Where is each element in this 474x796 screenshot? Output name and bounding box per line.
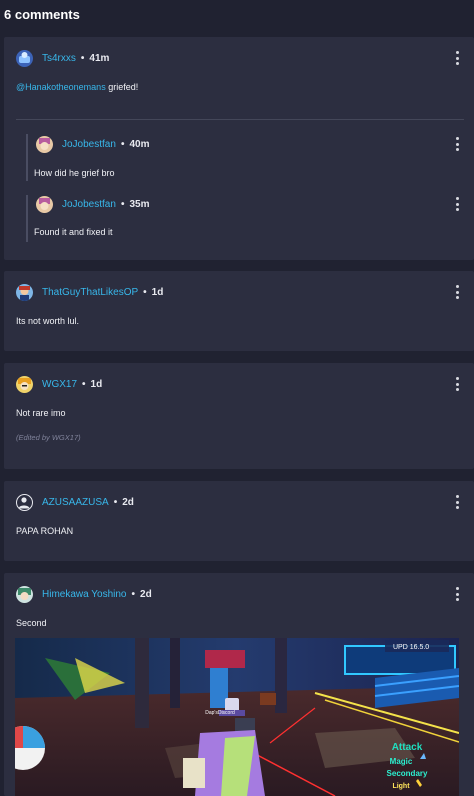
comment-meta: ThatGuyThatLikesOP • 1d bbox=[16, 283, 163, 301]
comment-image-attachment[interactable]: UPD 16.5.0 Dap'sDiscord Attack Magic Sec… bbox=[15, 638, 459, 796]
comment-timestamp[interactable]: 1d bbox=[91, 379, 103, 390]
comment-card: WGX17 • 1d Not rare imo (Edited by WGX17… bbox=[4, 363, 474, 469]
skill-attack-label: Attack bbox=[392, 742, 423, 753]
comment-username[interactable]: AZUSAAZUSA bbox=[42, 497, 109, 508]
comment-text: griefed! bbox=[105, 82, 139, 92]
comment-meta: Himekawa Yoshino • 2d bbox=[16, 585, 152, 603]
separator-dot: • bbox=[120, 198, 125, 210]
separator-dot: • bbox=[143, 286, 147, 298]
comment-body: Its not worth lul. bbox=[16, 316, 80, 326]
skill-light-label: Light bbox=[392, 783, 410, 790]
comment-timestamp[interactable]: 2d bbox=[140, 589, 152, 600]
comment-username[interactable]: Ts4rxxs bbox=[42, 53, 76, 64]
edited-note: (Edited by WGX17) bbox=[16, 433, 81, 442]
avatar[interactable] bbox=[36, 135, 53, 153]
game-scene-image: UPD 16.5.0 Dap'sDiscord Attack Magic Sec… bbox=[15, 638, 459, 796]
comment-meta: Ts4rxxs • 41m bbox=[16, 49, 109, 67]
comment-username[interactable]: ThatGuyThatLikesOP bbox=[42, 287, 138, 298]
avatar[interactable] bbox=[16, 493, 33, 511]
comment-timestamp[interactable]: 1d bbox=[152, 287, 164, 298]
more-options-icon[interactable] bbox=[452, 285, 462, 299]
comment-meta: WGX17 • 1d bbox=[16, 375, 102, 393]
comment-body: Second bbox=[16, 618, 47, 628]
comment-body: PAPA ROHAN bbox=[16, 526, 74, 536]
avatar[interactable] bbox=[16, 283, 33, 301]
comment-body: Not rare imo bbox=[16, 408, 66, 418]
comment-timestamp[interactable]: 41m bbox=[89, 53, 109, 64]
reply-meta: JoJobestfan • 35m bbox=[36, 195, 149, 213]
comment-card: AZUSAAZUSA • 2d PAPA ROHAN bbox=[4, 481, 474, 561]
avatar[interactable] bbox=[16, 585, 33, 603]
more-options-icon[interactable] bbox=[452, 495, 462, 509]
hud-version-text: UPD 16.5.0 bbox=[393, 644, 429, 651]
reply-username[interactable]: JoJobestfan bbox=[62, 139, 116, 150]
user-mention[interactable]: @Hanakotheonemans bbox=[16, 82, 106, 92]
reply-timestamp[interactable]: 35m bbox=[129, 199, 149, 210]
avatar[interactable] bbox=[16, 375, 33, 393]
separator-dot: • bbox=[113, 496, 118, 508]
more-options-icon[interactable] bbox=[452, 51, 462, 65]
comments-count-heading: 6 comments bbox=[4, 7, 80, 22]
comment-username[interactable]: Himekawa Yoshino bbox=[42, 589, 127, 600]
more-options-icon[interactable] bbox=[452, 587, 462, 601]
skill-magic-label: Magic bbox=[390, 757, 413, 766]
comment-divider bbox=[16, 119, 464, 120]
reply-username[interactable]: JoJobestfan bbox=[62, 199, 116, 210]
comment-card: ThatGuyThatLikesOP • 1d Its not worth lu… bbox=[4, 271, 474, 351]
reply-meta: JoJobestfan • 40m bbox=[36, 135, 149, 153]
player-name-tag: Dap'sDiscord bbox=[205, 710, 235, 716]
separator-dot: • bbox=[82, 378, 86, 390]
reply-timestamp[interactable]: 40m bbox=[129, 139, 149, 150]
reply-body: Found it and fixed it bbox=[34, 227, 113, 237]
more-options-icon[interactable] bbox=[452, 137, 462, 151]
skill-secondary-label: Secondary bbox=[387, 769, 428, 778]
reply-body: How did he grief bro bbox=[34, 168, 115, 178]
comment-username[interactable]: WGX17 bbox=[42, 379, 77, 390]
reply-thread-line bbox=[26, 195, 28, 242]
avatar[interactable] bbox=[36, 195, 53, 213]
comment-meta: AZUSAAZUSA • 2d bbox=[16, 493, 134, 511]
comment-card: Ts4rxxs • 41m @Hanakotheonemans griefed!… bbox=[4, 37, 474, 260]
separator-dot: • bbox=[120, 138, 125, 150]
separator-dot: • bbox=[131, 588, 136, 600]
separator-dot: • bbox=[80, 52, 85, 64]
reply-thread-line bbox=[26, 134, 28, 181]
avatar[interactable] bbox=[16, 49, 33, 67]
comment-timestamp[interactable]: 2d bbox=[122, 497, 134, 508]
comment-body: @Hanakotheonemans griefed! bbox=[16, 82, 138, 92]
more-options-icon[interactable] bbox=[452, 197, 462, 211]
more-options-icon[interactable] bbox=[452, 377, 462, 391]
